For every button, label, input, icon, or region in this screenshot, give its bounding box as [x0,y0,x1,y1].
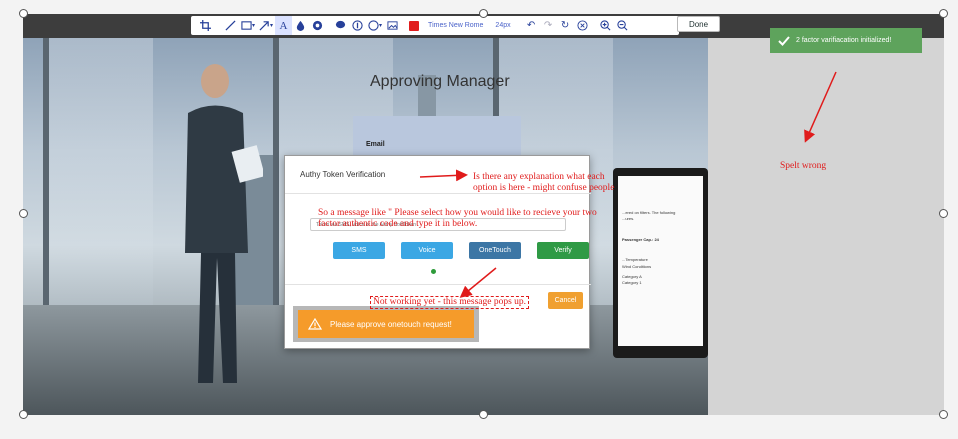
not-working-note: Not working yet - this message pops up. [370,296,530,309]
toast-message: 2 factor varifiacation initialized! [796,37,892,44]
monitor-text: Category 1 [622,280,642,286]
page-title: Approving Manager [370,73,510,90]
message-note: So a message like " Please select how yo… [318,208,597,229]
resize-handle[interactable] [479,9,488,18]
zoom-in-icon[interactable] [597,16,614,35]
font-name-select[interactable]: Times New Rome [422,22,489,29]
onetouch-alert: Please approve onetouch request! [298,310,474,338]
status-dot [431,269,436,274]
monitor-screen: ...ered on filters. The following ...ure… [618,176,703,346]
rectangle-tool-icon[interactable]: ▾ [239,16,257,35]
warning-icon [308,318,322,330]
emoji-tool-icon[interactable]: ▾ [366,16,384,35]
blur-tool-icon[interactable] [292,16,309,35]
arrow-tool-icon[interactable]: ▾ [257,16,275,35]
zoom-out-icon[interactable] [614,16,631,35]
text-tool-icon[interactable]: A [275,16,293,35]
right-gray-area [708,38,944,415]
highlight-tool-icon[interactable] [309,16,326,35]
modal-divider [285,284,591,285]
tool-group: ▾ ▾ A ▾ Times New Rome 24px ↶ ↷ ↻ [191,16,679,35]
refresh-icon[interactable]: ↻ [557,16,574,35]
color-swatch [408,20,419,31]
success-toast: 2 factor varifiacation initialized! [770,28,922,53]
onetouch-button[interactable]: OneTouch [469,242,521,259]
screenshot-stage: ▾ ▾ A ▾ Times New Rome 24px ↶ ↷ ↻ Done .… [0,0,958,439]
resize-handle[interactable] [19,410,28,419]
color-picker[interactable] [405,16,422,35]
done-button[interactable]: Done [677,16,720,32]
font-size-select[interactable]: 24px [489,22,516,29]
monitor-text: Passenger Cap.: 24 [622,236,659,242]
cancel-button[interactable]: Cancel [548,292,583,309]
comment-tool-icon[interactable] [332,16,349,35]
redo-icon[interactable]: ↷ [540,16,557,35]
email-label: Email [366,141,385,148]
resize-handle[interactable] [939,9,948,18]
crop-tool-icon[interactable] [197,16,214,35]
monitor-text: Wind Conditions [622,263,652,269]
verify-button[interactable]: Verify [537,242,589,259]
explain-note: Is there any explanation what each optio… [473,172,615,193]
spelt-wrong-note: Spelt wrong [780,161,827,171]
resize-handle[interactable] [19,9,28,18]
businessman-figure [185,64,263,383]
voice-button[interactable]: Voice [401,242,453,259]
checkmark-icon [778,35,790,46]
window-pane [43,38,153,308]
resize-handle[interactable] [939,209,948,218]
alert-message: Please approve onetouch request! [330,319,452,329]
monitor-text: ...ures. [622,216,635,222]
modal-title: Authy Token Verification [300,170,386,179]
resize-handle[interactable] [19,209,28,218]
image-tool-icon[interactable] [384,16,401,35]
pen-tool-icon[interactable] [222,16,239,35]
reset-icon[interactable] [574,16,591,35]
resize-handle[interactable] [479,410,488,419]
sms-button[interactable]: SMS [333,242,385,259]
undo-icon[interactable]: ↶ [523,16,540,35]
info-tool-icon[interactable] [349,16,366,35]
alert-overlay: Please approve onetouch request! [293,306,479,342]
monitor: ...ered on filters. The following ...ure… [613,168,708,358]
resize-handle[interactable] [939,410,948,419]
